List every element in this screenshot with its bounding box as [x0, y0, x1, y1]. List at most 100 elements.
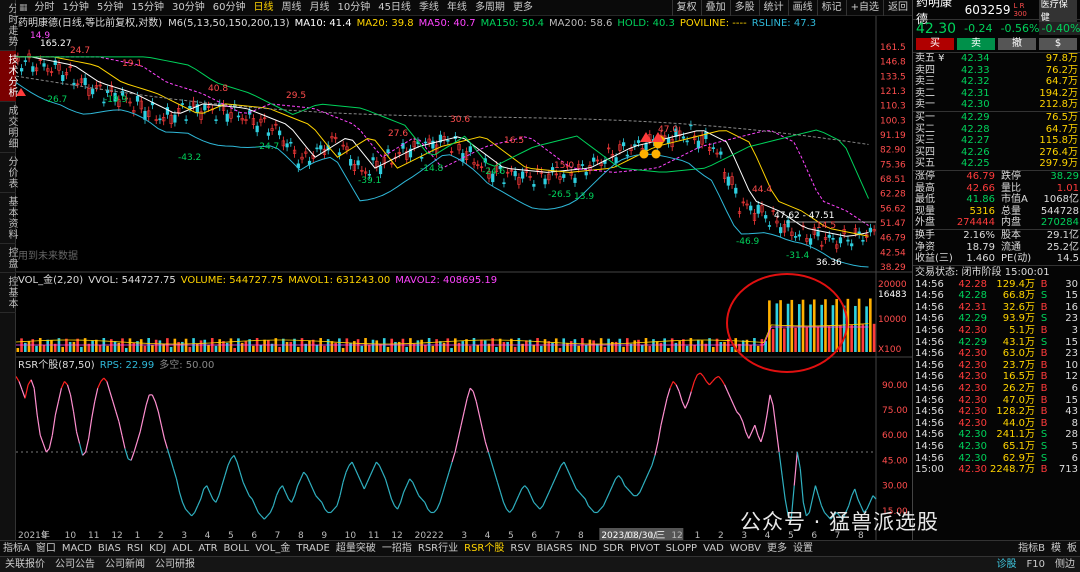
- indicator-right-1[interactable]: 模: [1048, 541, 1064, 557]
- tick-volume: 44.0万: [1002, 417, 1035, 429]
- asks-volume: 194.2万: [1039, 87, 1078, 99]
- period-3[interactable]: 15分钟: [127, 0, 168, 16]
- toolbar-btn-2[interactable]: 多股: [729, 0, 759, 16]
- candle-body: [173, 114, 177, 123]
- tick-row: 14:56 42.30 23.7万 B 10: [913, 360, 1080, 372]
- period-5[interactable]: 60分钟: [209, 0, 250, 16]
- status-right-2[interactable]: 侧边: [1050, 557, 1080, 572]
- grid-icon[interactable]: ▦: [16, 3, 31, 13]
- indicator-tab-12[interactable]: 一招指: [379, 541, 415, 557]
- period-11[interactable]: 季线: [415, 0, 443, 16]
- indicator-tab-16[interactable]: BIASRS: [534, 541, 576, 557]
- rsr-line-segment: [521, 485, 526, 490]
- toolbar-btn-0[interactable]: 复权: [671, 0, 701, 16]
- sector-tag[interactable]: 医疗保健: [1038, 0, 1077, 24]
- toolbar-btn-5[interactable]: 标记: [816, 0, 846, 16]
- order-btn-1[interactable]: 卖: [957, 38, 995, 50]
- indicator-tab-17[interactable]: IND: [576, 541, 600, 557]
- order-btn-2[interactable]: 撤: [998, 38, 1036, 50]
- indicator-tab-20[interactable]: SLOPP: [663, 541, 701, 557]
- vtab-0[interactable]: 分时走势: [0, 0, 17, 51]
- period-1[interactable]: 1分钟: [59, 0, 93, 16]
- status-link-1[interactable]: 公司公告: [50, 557, 100, 572]
- indicator-tab-15[interactable]: RSV: [507, 541, 533, 557]
- indicator-tab-8[interactable]: BOLL: [221, 541, 253, 557]
- stats2-cell: 25.2亿: [1046, 241, 1079, 253]
- order-btn-3[interactable]: $: [1039, 38, 1077, 50]
- toolbar-btn-6[interactable]: +自选: [845, 0, 883, 16]
- x-axis-label: 2: [718, 531, 724, 540]
- rsr-line-segment: [239, 471, 244, 483]
- vtab-2[interactable]: 成交明细: [0, 102, 17, 153]
- rsr-line-segment: [203, 485, 208, 490]
- rsr-line-segment: [30, 379, 35, 389]
- period-9[interactable]: 10分钟: [333, 0, 374, 16]
- indicator-tab-23[interactable]: 更多: [764, 541, 790, 557]
- period-7[interactable]: 周线: [277, 0, 305, 16]
- rsr-line-segment: [312, 488, 317, 496]
- indicator-tab-22[interactable]: WOBV: [727, 541, 764, 557]
- x-axis-label: 8: [578, 531, 584, 540]
- stats2-cell: 流通: [1001, 241, 1021, 253]
- indicator-tab-9[interactable]: VOL_金: [252, 541, 293, 557]
- indicator-tab-13[interactable]: RSR行业: [415, 541, 461, 557]
- bids-row: 买四 42.26 276.4万: [913, 147, 1080, 159]
- status-link-2[interactable]: 公司新闻: [100, 557, 150, 572]
- period-13[interactable]: 多周期: [471, 0, 509, 16]
- status-link-0[interactable]: 关联报价: [0, 557, 50, 572]
- rsr-line-segment: [91, 401, 96, 419]
- order-btn-0[interactable]: 买: [916, 38, 954, 50]
- period-14[interactable]: 更多: [509, 0, 537, 16]
- period-6[interactable]: 日线: [249, 0, 277, 16]
- price-tick: 161.5: [880, 43, 906, 53]
- indicator-tab-5[interactable]: KDJ: [146, 541, 169, 557]
- indicator-tab-0[interactable]: 指标A: [0, 541, 33, 557]
- volume-bar: [240, 342, 244, 352]
- rsr-line-segment: [306, 475, 311, 483]
- candle-body: [816, 231, 820, 237]
- indicator-tab-11[interactable]: 超量突破: [333, 541, 379, 557]
- toolbar-btn-3[interactable]: 统计: [758, 0, 788, 16]
- indicator-right-2[interactable]: 板: [1064, 541, 1080, 557]
- indicator-tab-7[interactable]: ATR: [195, 541, 220, 557]
- indicator-tab-18[interactable]: SDR: [600, 541, 627, 557]
- volume-bar: [158, 340, 162, 352]
- indicator-tab-4[interactable]: RSI: [124, 541, 146, 557]
- toolbar-btn-4[interactable]: 画线: [787, 0, 817, 16]
- bids-label: 买二: [915, 123, 935, 135]
- vtab-1[interactable]: 技术分析: [0, 51, 17, 102]
- status-right-0[interactable]: 诊股: [992, 557, 1022, 572]
- candle-body: [468, 146, 472, 153]
- indicator-tab-24[interactable]: 设置: [790, 541, 816, 557]
- indicator-tab-1[interactable]: 窗口: [33, 541, 59, 557]
- indicator-tab-2[interactable]: MACD: [59, 541, 95, 557]
- vtab-4[interactable]: 基本资料: [0, 193, 17, 244]
- period-0[interactable]: 分时: [31, 0, 59, 16]
- indicator-tab-19[interactable]: PIVOT: [627, 541, 663, 557]
- vtab-6[interactable]: 控基本: [0, 273, 17, 313]
- vtab-5[interactable]: 控盘: [0, 244, 17, 273]
- status-right-1[interactable]: F10: [1022, 557, 1050, 572]
- stats2-row: 净资 18.79 流通 25.2亿: [913, 242, 1080, 254]
- rsr-line-segment: [418, 495, 423, 500]
- rsr-line-segment: [266, 512, 271, 517]
- candle-body: [289, 141, 293, 144]
- indicator-tab-3[interactable]: BIAS: [95, 541, 124, 557]
- period-10[interactable]: 45日线: [374, 0, 415, 16]
- indicator-tab-10[interactable]: TRADE: [293, 541, 333, 557]
- volume-bar: [674, 342, 678, 352]
- period-12[interactable]: 年线: [443, 0, 471, 16]
- status-link-3[interactable]: 公司研报: [150, 557, 200, 572]
- indicator-tab-6[interactable]: ADL: [169, 541, 195, 557]
- volume-bar: [367, 344, 371, 352]
- period-8[interactable]: 月线: [305, 0, 333, 16]
- toolbar-btn-7[interactable]: 返回: [883, 0, 912, 16]
- toolbar-btn-1[interactable]: 叠加: [700, 0, 730, 16]
- indicator-tab-14[interactable]: RSR个股: [461, 541, 507, 557]
- period-4[interactable]: 30分钟: [168, 0, 209, 16]
- indicator-tab-21[interactable]: VAD: [700, 541, 727, 557]
- period-2[interactable]: 5分钟: [93, 0, 127, 16]
- volume-bar: [566, 342, 569, 352]
- indicator-right-0[interactable]: 指标B: [1015, 541, 1048, 557]
- vtab-3[interactable]: 分价表: [0, 153, 17, 193]
